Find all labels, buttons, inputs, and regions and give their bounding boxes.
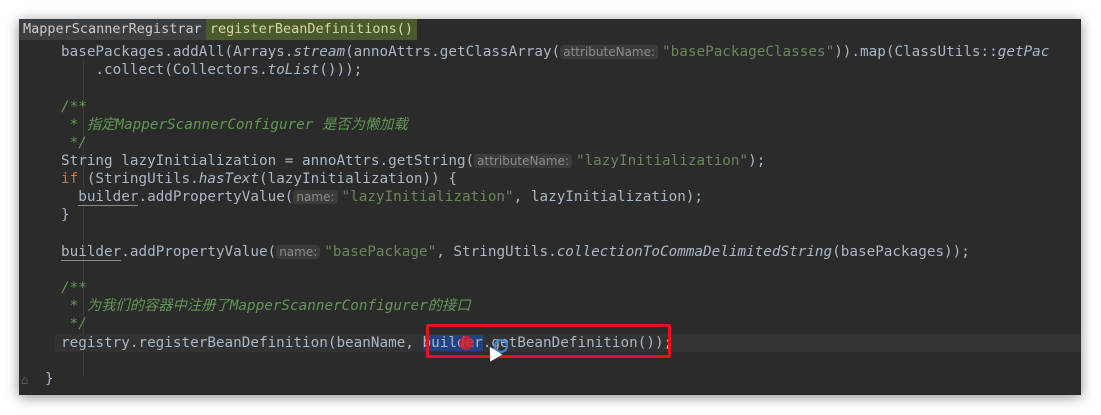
comment-line[interactable]: */ — [61, 315, 87, 333]
editor-gutter — [19, 19, 55, 395]
parameter-hint: name: — [293, 190, 338, 204]
comment-line[interactable]: * 为我们的容器中注册了MapperScannerConfigurer的接口 — [61, 297, 471, 315]
parameter-hint: name: — [276, 245, 321, 259]
code-line-1[interactable]: basePackages.addAll(Arrays.stream(annoAt… — [61, 43, 1049, 61]
code-line-9[interactable]: builder.addPropertyValue(name: "lazyIniti… — [61, 188, 703, 206]
click-indicator-icon — [459, 336, 473, 350]
code-line-12[interactable]: builder.addPropertyValue(name: "basePacka… — [61, 243, 970, 261]
code-line-8[interactable]: if (StringUtils.hasText(lazyInitializati… — [61, 170, 457, 188]
fold-marker-icon[interactable]: ⌂ — [21, 373, 28, 387]
parameter-hint: attributeName: — [474, 154, 572, 168]
closing-brace[interactable]: } — [45, 370, 54, 388]
comment-line[interactable]: /** — [61, 279, 87, 297]
code-line-2[interactable]: .collect(Collectors.toList())); — [61, 61, 362, 79]
breadcrumb-method[interactable]: registerBeanDefinitions() — [205, 19, 418, 40]
comment-line[interactable]: * 指定MapperScannerConfigurer 是否为懒加载 — [61, 116, 408, 134]
comment-line[interactable]: /** — [61, 98, 87, 116]
parameter-hint: attributeName: — [560, 45, 659, 59]
comment-line[interactable]: */ — [61, 134, 87, 152]
code-line-10[interactable]: } — [61, 206, 70, 224]
breadcrumb: MapperScannerRegistrar registerBeanDefin… — [19, 19, 418, 40]
breadcrumb-class[interactable]: MapperScannerRegistrar — [19, 19, 206, 40]
code-line-7[interactable]: String lazyInitialization = annoAttrs.ge… — [61, 152, 765, 170]
